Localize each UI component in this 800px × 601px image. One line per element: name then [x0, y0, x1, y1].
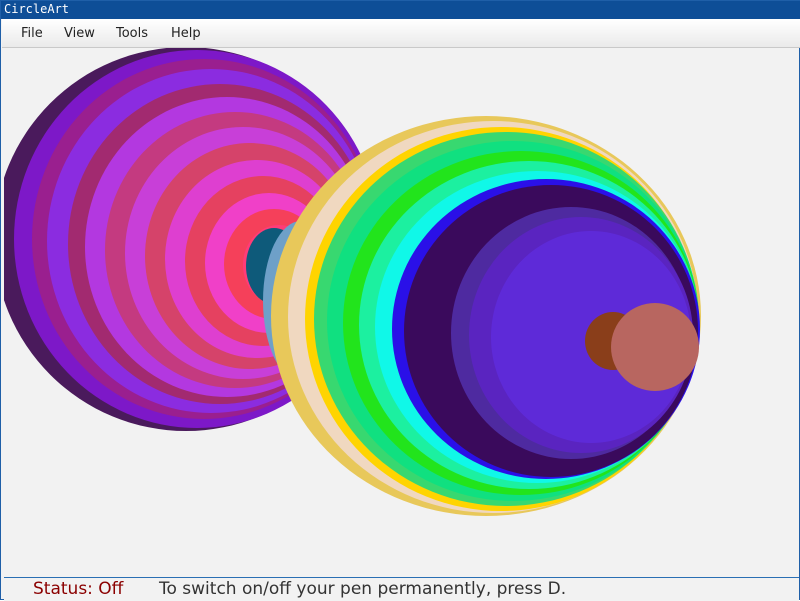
- menu-file[interactable]: File: [21, 19, 43, 47]
- menu-bar: File View Tools Help: [2, 19, 800, 48]
- window-title: CircleArt: [4, 2, 70, 16]
- title-bar[interactable]: CircleArt: [1, 1, 800, 19]
- menu-help[interactable]: Help: [171, 19, 201, 47]
- menu-view[interactable]: View: [64, 19, 95, 47]
- circle-artwork: [4, 48, 701, 516]
- menu-tools[interactable]: Tools: [116, 19, 148, 47]
- drawing-canvas[interactable]: [4, 48, 799, 576]
- pen-hint-text: To switch on/off your pen permanently, p…: [159, 579, 567, 599]
- app-window: CircleArt File View Tools Help Status: O…: [0, 0, 800, 601]
- status-indicator: Status: Off: [33, 579, 124, 599]
- status-bar: Status: Off To switch on/off your pen pe…: [4, 577, 799, 601]
